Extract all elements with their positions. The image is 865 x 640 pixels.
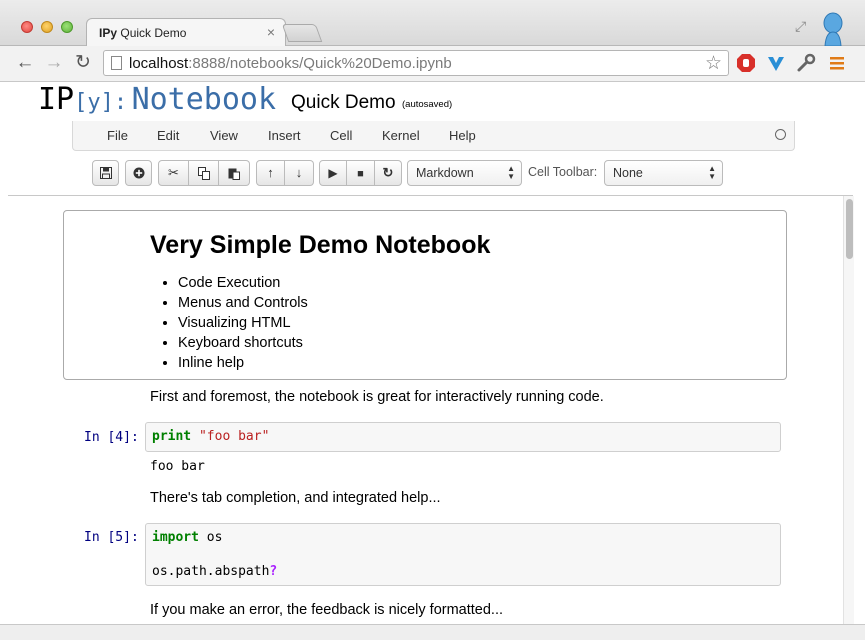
window-minimize-button[interactable] — [41, 21, 53, 33]
list-item: Code Execution — [178, 273, 308, 293]
code-help-operator: ? — [269, 564, 278, 579]
menu-file[interactable]: File — [107, 128, 128, 143]
profile-icon[interactable] — [822, 12, 844, 46]
select-arrows-icon: ▲ ▼ — [507, 164, 515, 181]
browser-tab[interactable]: IPy Quick Demo × — [86, 18, 286, 47]
save-status: (autosaved) — [402, 99, 453, 110]
markdown-list: Code Execution Menus and Controls Visual… — [178, 273, 308, 373]
code-line: import os — [152, 530, 222, 545]
move-down-button[interactable]: ↓ — [285, 160, 314, 186]
cell-type-select[interactable]: Markdown ▲ ▼ — [407, 160, 522, 186]
copy-button[interactable] — [189, 160, 219, 186]
notebook-name[interactable]: Quick Demo — [291, 92, 396, 114]
list-item: Menus and Controls — [178, 293, 308, 313]
menu-cell[interactable]: Cell — [330, 128, 352, 143]
window-bottom-bar — [0, 624, 865, 640]
url-text[interactable]: localhost:8888/notebooks/Quick%20Demo.ip… — [129, 55, 452, 72]
code-cell[interactable]: print "foo bar" — [145, 422, 781, 452]
tab-title: IPy Quick Demo — [99, 26, 186, 40]
scissors-icon: ✂ — [168, 165, 179, 180]
input-prompt: In [4]: — [84, 430, 139, 445]
window-close-button[interactable] — [21, 21, 33, 33]
menu-bar: File Edit View Insert Cell Kernel Help — [72, 121, 795, 151]
markdown-text-cell[interactable]: If you make an error, the feedback is ni… — [150, 602, 503, 618]
url-host: localhost — [129, 55, 189, 72]
markdown-cell-selected[interactable]: Very Simple Demo Notebook Code Execution… — [63, 210, 787, 380]
logo-ip: IP — [38, 82, 75, 117]
cell-type-value: Markdown — [416, 166, 474, 180]
paste-button[interactable] — [219, 160, 250, 186]
interrupt-button[interactable]: ■ — [347, 160, 375, 186]
back-icon[interactable]: ← — [14, 52, 36, 74]
restart-button[interactable]: ↻ — [375, 160, 402, 186]
menu-edit[interactable]: Edit — [157, 128, 179, 143]
insert-cell-button[interactable] — [125, 160, 152, 186]
ipython-logo[interactable]: IP[y]: Notebook — [38, 82, 276, 117]
tab-title-text: Quick Demo — [120, 26, 187, 40]
url-path: :8888/notebooks/Quick%20Demo.ipynb — [188, 55, 452, 72]
code-line: print "foo bar" — [152, 429, 269, 444]
paste-icon — [228, 168, 240, 180]
arrow-down-icon: ↓ — [295, 165, 303, 180]
code-expression: os.path.abspath — [152, 564, 270, 579]
fullscreen-icon[interactable]: ⤢ — [795, 18, 806, 35]
logo-notebook: Notebook — [131, 82, 277, 117]
code-keyword: print — [152, 429, 192, 444]
reload-icon[interactable]: ↻ — [72, 52, 94, 74]
input-prompt: In [5]: — [84, 530, 139, 545]
address-bar[interactable]: localhost:8888/notebooks/Quick%20Demo.ip… — [103, 50, 729, 76]
markdown-text-cell[interactable]: There's tab completion, and integrated h… — [150, 490, 441, 506]
scrollbar-thumb[interactable] — [846, 199, 853, 259]
move-up-button[interactable]: ↑ — [256, 160, 285, 186]
list-item: Inline help — [178, 353, 308, 373]
list-item: Visualizing HTML — [178, 313, 308, 333]
window-zoom-button[interactable] — [61, 21, 73, 33]
cell-toolbar-label: Cell Toolbar: — [528, 165, 598, 179]
notebook-container: Very Simple Demo Notebook Code Execution… — [0, 196, 843, 624]
play-icon: ▶ — [328, 166, 338, 180]
cell-toolbar-value: None — [613, 166, 643, 180]
code-line: os.path.abspath? — [152, 564, 277, 579]
scrollbar[interactable] — [843, 196, 854, 624]
run-button[interactable]: ▶ — [319, 160, 347, 186]
extension-v-icon[interactable] — [766, 53, 786, 73]
browser-toolbar: ← → ↻ localhost:8888/notebooks/Quick%20D… — [0, 46, 865, 82]
notebook-toolbar: ✂ ↑ ↓ ▶ ■ ↻ Markdown ▲ ▼ Cell Toolbar: No… — [0, 151, 865, 195]
new-tab-button[interactable] — [281, 24, 323, 42]
floppy-icon — [99, 167, 112, 179]
menu-insert[interactable]: Insert — [268, 128, 301, 143]
select-arrows-icon: ▲ ▼ — [708, 164, 716, 181]
kernel-status-icon — [775, 129, 786, 140]
chrome-menu-icon[interactable] — [827, 53, 847, 73]
page-icon — [111, 56, 122, 70]
restart-icon: ↻ — [382, 165, 394, 180]
copy-icon — [197, 167, 210, 180]
markdown-text-cell[interactable]: First and foremost, the notebook is grea… — [150, 389, 604, 405]
save-button[interactable] — [92, 160, 119, 186]
forward-icon[interactable]: → — [43, 52, 65, 74]
adblock-icon[interactable] — [736, 53, 756, 73]
code-string: "foo bar" — [198, 429, 270, 444]
code-module: os — [206, 530, 223, 545]
bookmark-star-icon[interactable]: ☆ — [705, 52, 722, 75]
code-cell[interactable]: import os os.path.abspath? — [145, 523, 781, 586]
notebook-header: IP[y]: Notebook Quick Demo (autosaved) — [0, 82, 865, 122]
cell-output: foo bar — [150, 459, 205, 474]
stop-icon: ■ — [357, 168, 364, 180]
browser-titlebar: IPy Quick Demo × ⤢ — [0, 0, 865, 47]
cell-toolbar-select[interactable]: None ▲ ▼ — [604, 160, 723, 186]
markdown-heading: Very Simple Demo Notebook — [150, 231, 491, 259]
plus-circle-icon — [133, 167, 144, 179]
cut-button[interactable]: ✂ — [158, 160, 189, 186]
code-keyword: import — [152, 530, 199, 545]
list-item: Keyboard shortcuts — [178, 333, 308, 353]
menu-view[interactable]: View — [210, 128, 238, 143]
menu-help[interactable]: Help — [449, 128, 476, 143]
wrench-icon[interactable] — [796, 53, 816, 73]
tab-brand: IPy — [99, 26, 118, 40]
tab-close-icon[interactable]: × — [267, 24, 275, 40]
menu-kernel[interactable]: Kernel — [382, 128, 420, 143]
arrow-up-icon: ↑ — [267, 165, 274, 180]
logo-brackets: [y]: — [74, 90, 128, 115]
